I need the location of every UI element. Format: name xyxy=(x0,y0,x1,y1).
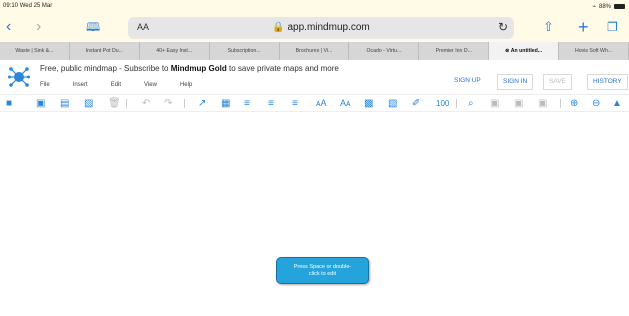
connect-icon[interactable]: ▣ xyxy=(490,96,499,111)
browser-tab[interactable]: Ocado - Virtu... xyxy=(349,42,420,60)
wifi-icon: ⌁ xyxy=(592,4,596,10)
reload-icon[interactable]: ↻ xyxy=(498,20,508,34)
menu-insert[interactable]: Insert xyxy=(73,82,88,88)
zoom-in-icon[interactable]: ⊕ xyxy=(570,96,578,111)
collapse-toolbar-icon[interactable]: ▲ xyxy=(612,96,622,111)
share-icon[interactable]: ⇧ xyxy=(543,17,554,37)
browser-nav-bar: ‹ › 🕮 AA 🔒 app.mindmup.com ↻ ⇧ + ❐ xyxy=(0,14,629,42)
toolbar-divider xyxy=(456,99,457,108)
browser-tab[interactable]: Premier Inn D... xyxy=(419,42,490,60)
toolbar-divider xyxy=(126,99,127,108)
battery-percent: 88% xyxy=(598,3,611,10)
add-parent-icon[interactable]: ▤ xyxy=(60,96,69,111)
status-indicators: ⌁ 88% xyxy=(592,3,625,10)
sign-in-button[interactable]: SIGN IN xyxy=(497,74,534,90)
mindmup-logo-icon xyxy=(8,67,30,87)
search-icon[interactable]: ⌕ xyxy=(468,96,474,111)
editing-toolbar: ■ ▣ ▤ ▨ 🗑 ↶ ↷ ↗ ▦ ≡ ≡ ≡ ᴀA Aᴀ ▩ ▧ ✐ 100 … xyxy=(0,94,629,112)
sign-up-button[interactable]: SIGN UP xyxy=(449,74,486,90)
edit-text-icon[interactable]: ▦ xyxy=(221,96,230,111)
zoom-out-icon[interactable]: ⊖ xyxy=(592,96,600,111)
tabs-overview-icon[interactable]: ❐ xyxy=(607,17,618,37)
mindmap-canvas[interactable]: Press Space or double- click to edit xyxy=(0,112,629,316)
browser-tab[interactable]: Hovis Soft Wh... xyxy=(559,42,629,60)
root-node[interactable]: Press Space or double- click to edit xyxy=(276,257,369,284)
back-icon[interactable]: ‹ xyxy=(6,17,11,37)
mindmup-app: Free, public mindmap - Subscribe to Mind… xyxy=(0,60,629,316)
font-size-increase-icon[interactable]: ᴀA xyxy=(316,96,326,111)
history-button[interactable]: HISTORY xyxy=(587,74,628,90)
image-icon[interactable]: ▩ xyxy=(364,96,373,111)
browser-tab[interactable]: Waste | Sink &... xyxy=(0,42,70,60)
battery-icon xyxy=(614,4,625,9)
root-node-label-line1: Press Space or double- xyxy=(293,263,352,270)
add-sibling-icon[interactable]: ▣ xyxy=(36,96,45,111)
save-button[interactable]: SAVE xyxy=(543,74,572,90)
browser-tab[interactable]: 40+ Easy Inst... xyxy=(140,42,210,60)
new-tab-icon[interactable]: + xyxy=(578,17,589,37)
root-node-label-line2: click to edit xyxy=(308,270,337,277)
menu-bar: File Insert Edit View Help xyxy=(40,82,192,88)
tab-bar: Waste | Sink &... Instant Pot Du... 40+ … xyxy=(0,42,629,60)
undo-icon[interactable]: ↶ xyxy=(142,96,150,111)
toolbar-divider xyxy=(560,99,561,108)
screenshot-frame: 09:10 Wed 25 Mar ⌁ 88% ‹ › 🕮 AA 🔒 app.mi… xyxy=(0,0,629,316)
progress-icon[interactable]: 100 xyxy=(436,96,449,111)
group-icon[interactable]: ▣ xyxy=(538,96,547,111)
status-bar: 09:10 Wed 25 Mar ⌁ 88% xyxy=(0,0,629,14)
close-tab-icon[interactable]: ⊗ xyxy=(505,48,509,54)
note-icon[interactable]: ▧ xyxy=(388,96,397,111)
menu-help[interactable]: Help xyxy=(180,82,192,88)
menu-file[interactable]: File xyxy=(40,82,50,88)
forward-icon[interactable]: › xyxy=(36,17,41,37)
promo-text: Free, public mindmap - Subscribe to Mind… xyxy=(40,64,339,73)
disconnect-icon[interactable]: ▣ xyxy=(514,96,523,111)
menu-edit[interactable]: Edit xyxy=(111,82,121,88)
insert-image-icon[interactable]: ▨ xyxy=(84,96,93,111)
align-left-icon[interactable]: ≡ xyxy=(244,96,250,111)
add-child-icon[interactable]: ■ xyxy=(6,96,12,111)
align-right-icon[interactable]: ≡ xyxy=(292,96,298,111)
expand-icon[interactable]: ↗ xyxy=(198,96,206,111)
toolbar-divider xyxy=(184,99,185,108)
align-center-icon[interactable]: ≡ xyxy=(268,96,274,111)
address-bar[interactable]: AA 🔒 app.mindmup.com ↻ xyxy=(128,17,514,39)
bookmarks-icon[interactable]: 🕮 xyxy=(86,17,100,37)
link-icon[interactable]: ✐ xyxy=(412,96,420,111)
browser-tab[interactable]: Brochures | Vi... xyxy=(280,42,350,60)
url-text: 🔒 app.mindmup.com xyxy=(272,22,370,33)
redo-icon[interactable]: ↷ xyxy=(164,96,172,111)
browser-tab-active[interactable]: ⊗ An untitled... xyxy=(489,42,560,60)
status-time: 09:10 Wed 25 Mar xyxy=(3,3,53,9)
browser-tab[interactable]: Subscription... xyxy=(210,42,280,60)
font-size-decrease-icon[interactable]: Aᴀ xyxy=(340,96,350,111)
browser-tab[interactable]: Instant Pot Du... xyxy=(70,42,140,60)
gold-link[interactable]: Mindmup Gold xyxy=(171,64,227,73)
app-header: Free, public mindmap - Subscribe to Mind… xyxy=(0,60,629,94)
delete-icon[interactable]: 🗑 xyxy=(108,96,121,111)
menu-view[interactable]: View xyxy=(144,82,157,88)
